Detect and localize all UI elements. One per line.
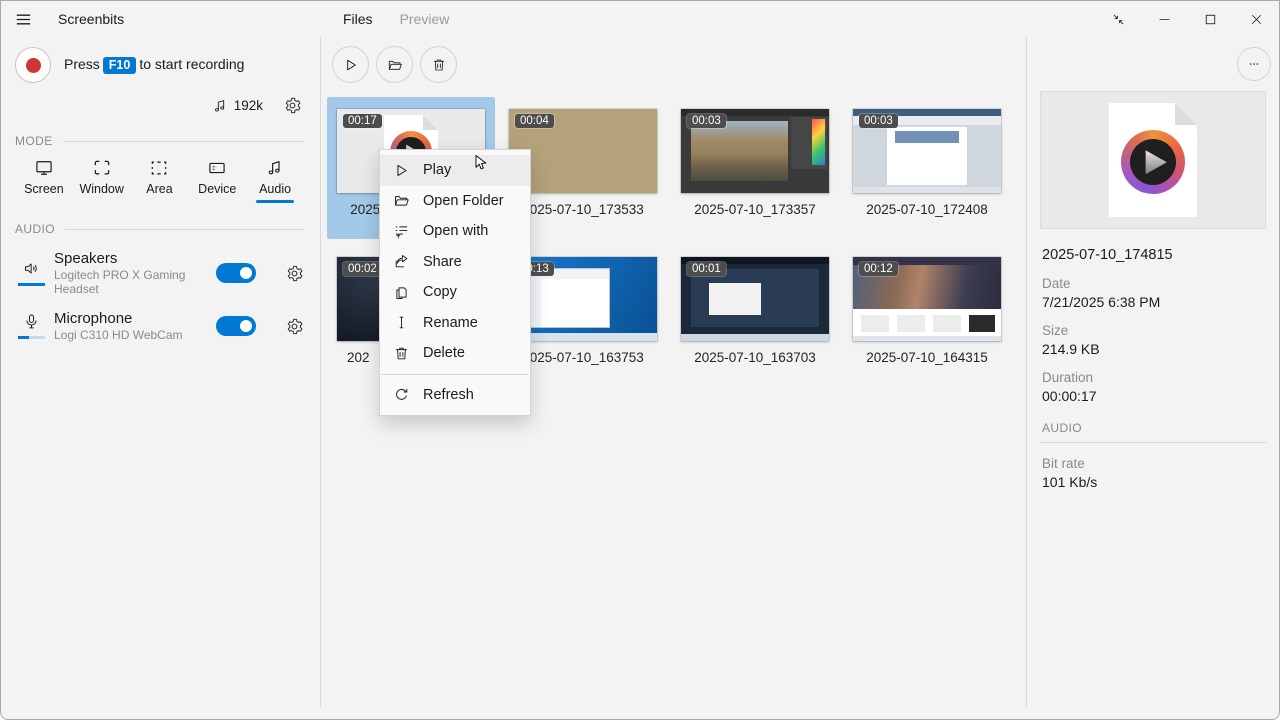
play-icon xyxy=(1146,150,1167,174)
file-thumbnail[interactable]: 00:01 xyxy=(681,257,829,341)
menu-item-open-with[interactable]: Open with xyxy=(380,216,530,247)
file-name-caption: 2025-07-10_163703 xyxy=(671,350,839,365)
menu-item-delete[interactable]: Delete xyxy=(380,338,530,369)
menu-item-share[interactable]: Share xyxy=(380,247,530,278)
context-menu: Play Open Folder Open with Share Copy Rename D… xyxy=(379,149,531,416)
open-folder-icon xyxy=(393,192,410,209)
detail-value: 7/21/2025 6:38 PM xyxy=(1042,294,1266,310)
detail-audio-section-label: AUDIO xyxy=(1042,421,1082,435)
file-name-caption: 2025-07-10_172408 xyxy=(843,202,1011,217)
menu-item-label: Rename xyxy=(423,315,478,331)
detail-audio-rows: Bit rate 101 Kb/s xyxy=(1040,456,1266,490)
detail-value: 214.9 KB xyxy=(1042,341,1266,357)
duration-badge: 00:03 xyxy=(687,114,726,128)
duration-badge: 00:17 xyxy=(343,114,382,128)
page-fold xyxy=(1175,103,1197,125)
detail-date: Date 7/21/2025 6:38 PM xyxy=(1040,276,1266,310)
file-item[interactable]: 00:01 2025-07-10_163703 xyxy=(671,245,839,387)
file-name-caption: 2025-07-10_173357 xyxy=(671,202,839,217)
menu-item-label: Share xyxy=(423,254,462,270)
menu-item-label: Play xyxy=(423,162,451,178)
menu-item-label: Copy xyxy=(423,284,457,300)
file-thumbnail[interactable]: 00:03 xyxy=(853,109,1001,193)
detail-bit-rate: Bit rate 101 Kb/s xyxy=(1040,456,1266,490)
detail-size: Size 214.9 KB xyxy=(1040,323,1266,357)
rename-icon xyxy=(393,314,410,331)
duration-badge: 00:12 xyxy=(859,262,898,276)
detail-value: 00:00:17 xyxy=(1042,388,1266,404)
app-window: Screenbits FilesPreview PressF10to start… xyxy=(0,0,1280,720)
copy-icon xyxy=(393,284,410,301)
detail-audio-section-header: AUDIO xyxy=(1040,421,1266,443)
details-panel: 2025-07-10_174815 Date 7/21/2025 6:38 PM S… xyxy=(1027,37,1280,719)
refresh-icon xyxy=(393,386,410,403)
menu-item-refresh[interactable]: Refresh xyxy=(380,380,530,411)
detail-value: 101 Kb/s xyxy=(1042,474,1266,490)
video-file-icon xyxy=(1109,103,1197,217)
menu-item-label: Open with xyxy=(423,223,488,239)
file-preview[interactable] xyxy=(1040,91,1266,229)
detail-label: Bit rate xyxy=(1042,456,1266,471)
player-ring xyxy=(1121,130,1185,194)
file-name-caption: 2025-07-10_164315 xyxy=(843,350,1011,365)
file-item[interactable]: 00:03 2025-07-10_173357 xyxy=(671,97,839,239)
page-fold xyxy=(423,115,438,130)
detail-label: Duration xyxy=(1042,370,1266,385)
duration-badge: 00:02 xyxy=(343,262,382,276)
detail-rows: Date 7/21/2025 6:38 PM Size 214.9 KB Duratio… xyxy=(1040,276,1266,404)
share-icon xyxy=(393,253,410,270)
mouse-cursor xyxy=(471,152,491,174)
menu-item-label: Delete xyxy=(423,345,465,361)
file-thumbnail[interactable]: 00:03 xyxy=(681,109,829,193)
menu-separator xyxy=(381,374,529,375)
file-thumbnail[interactable]: 00:12 xyxy=(853,257,1001,341)
menu-item-label: Refresh xyxy=(423,387,474,403)
duration-badge: 00:01 xyxy=(687,262,726,276)
file-item[interactable]: 00:12 2025-07-10_164315 xyxy=(843,245,1011,387)
duration-badge: 00:04 xyxy=(515,114,554,128)
detail-file-name: 2025-07-10_174815 xyxy=(1040,247,1266,263)
duration-badge: 00:03 xyxy=(859,114,898,128)
detail-label: Date xyxy=(1042,276,1266,291)
trash-icon xyxy=(393,345,410,362)
detail-duration: Duration 00:00:17 xyxy=(1040,370,1266,404)
file-thumbnail[interactable]: 00:13 xyxy=(509,257,657,341)
open-with-icon xyxy=(393,223,410,240)
detail-label: Size xyxy=(1042,323,1266,338)
play-icon xyxy=(393,162,410,179)
menu-item-label: Open Folder xyxy=(423,193,504,209)
file-item[interactable]: 00:03 2025-07-10_172408 xyxy=(843,97,1011,239)
menu-item-copy[interactable]: Copy xyxy=(380,277,530,308)
menu-item-rename[interactable]: Rename xyxy=(380,308,530,339)
file-thumbnail[interactable]: 00:04 xyxy=(509,109,657,193)
menu-item-open-folder[interactable]: Open Folder xyxy=(380,186,530,217)
menu-item-play[interactable]: Play xyxy=(380,155,530,186)
